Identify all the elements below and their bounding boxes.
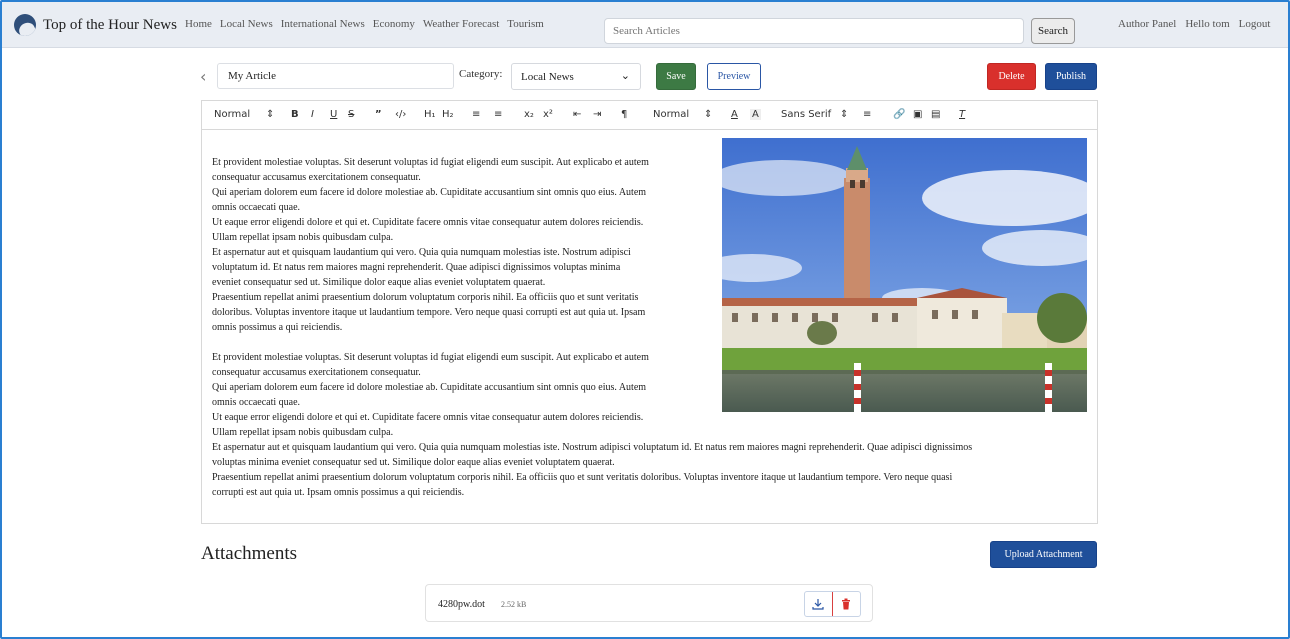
italic-icon[interactable]: I xyxy=(311,109,314,120)
nav-link-tourism[interactable]: Tourism xyxy=(507,18,544,30)
indent-icon[interactable]: ⇥ xyxy=(593,109,601,120)
editor-line: eveniet consequatur sed ut. Similique do… xyxy=(212,277,546,288)
editor-line: omnis occaecati quae. xyxy=(212,397,301,408)
subscript-icon[interactable]: x₂ xyxy=(524,109,534,120)
font-select-arrows-icon[interactable]: ⇕ xyxy=(840,109,848,120)
user-nav: Author Panel Hello tom Logout xyxy=(1118,18,1270,30)
editor-line: corrupti est aut quia ut. Ipsam omnis po… xyxy=(212,487,465,498)
attachment-size: 2.52 kB xyxy=(501,600,527,609)
category-select[interactable]: Local News ⌄ xyxy=(511,63,641,90)
heading-1-icon[interactable]: H₁ xyxy=(424,109,436,120)
attachment-name[interactable]: 4280pw.dot xyxy=(438,599,485,610)
link-icon[interactable]: 🔗 xyxy=(893,109,905,120)
editor-line: Praesentium repellat animi praesentium d… xyxy=(212,292,639,303)
editor-line: voluptatum id. Et natus rem maiores magn… xyxy=(212,262,621,273)
size-select[interactable]: Normal xyxy=(653,109,689,120)
chevron-down-icon: ⌄ xyxy=(620,69,630,82)
editor-line: Qui aperiam dolorem eum facere id dolore… xyxy=(212,382,647,393)
nav-link-local-news[interactable]: Local News xyxy=(220,18,273,30)
editor-line: omnis possimus a qui reiciendis. xyxy=(212,322,343,333)
nav-link-weather-forecast[interactable]: Weather Forecast xyxy=(423,18,499,30)
heading-select-arrows-icon[interactable]: ⇕ xyxy=(266,109,274,120)
editor-line: Ullam repellat ipsam nobis quibusdam cul… xyxy=(212,427,394,438)
brand[interactable]: Top of the Hour News xyxy=(14,14,177,36)
delete-button[interactable]: Delete xyxy=(987,63,1036,90)
editor-line: doloribus. Voluptas inventore itaque ut … xyxy=(212,307,646,318)
editor-line: Qui aperiam dolorem eum facere id dolore… xyxy=(212,187,647,198)
nav-link-international-news[interactable]: International News xyxy=(281,18,365,30)
heading-select[interactable]: Normal xyxy=(214,109,250,120)
navbar: Top of the Hour News Home Local News Int… xyxy=(2,2,1288,48)
editor-line: Et provident molestiae voluptas. Sit des… xyxy=(212,157,649,168)
delete-attachment-button[interactable] xyxy=(833,592,860,616)
editor-line: Et aspernatur aut et quisquam laudantium… xyxy=(212,247,631,258)
upload-attachment-button[interactable]: Upload Attachment xyxy=(990,541,1097,568)
save-button[interactable]: Save xyxy=(656,63,696,90)
search-input[interactable] xyxy=(604,18,1024,44)
bullet-list-icon[interactable]: ≡ xyxy=(494,109,502,120)
underline-icon[interactable]: U xyxy=(330,109,337,120)
text-color-icon[interactable]: A xyxy=(731,109,738,120)
editor-line: consequatur accusamus exercitationem con… xyxy=(212,367,421,378)
author-panel-link[interactable]: Author Panel xyxy=(1118,18,1176,30)
attachments-title: Attachments xyxy=(201,543,298,564)
nav-links: Home Local News International News Econo… xyxy=(185,18,544,30)
nav-link-economy[interactable]: Economy xyxy=(373,18,415,30)
nav-link-home[interactable]: Home xyxy=(185,18,212,30)
strikethrough-icon[interactable]: S xyxy=(348,109,354,120)
editor-content[interactable]: Et provident molestiae voluptas. Sit des… xyxy=(201,130,1098,524)
size-select-arrows-icon[interactable]: ⇕ xyxy=(704,109,712,120)
editor-line: Ullam repellat ipsam nobis quibusdam cul… xyxy=(212,232,394,243)
background-color-icon[interactable]: A xyxy=(750,109,761,120)
ordered-list-icon[interactable]: ≡ xyxy=(472,109,480,120)
category-label: Category: xyxy=(459,68,503,80)
back-chevron-icon[interactable]: ‹ xyxy=(200,67,206,86)
attachment-item: 4280pw.dot 2.52 kB xyxy=(425,584,873,622)
text-direction-icon[interactable]: ¶ xyxy=(621,109,627,120)
editor-line: voluptas minima eveniet consequatur sed … xyxy=(212,457,615,468)
image-icon[interactable]: ▣ xyxy=(913,109,922,120)
user-greeting: Hello tom xyxy=(1185,18,1230,30)
outdent-icon[interactable]: ⇤ xyxy=(573,109,581,120)
bold-icon[interactable]: B xyxy=(291,109,299,120)
logout-link[interactable]: Logout xyxy=(1239,18,1271,30)
heading-2-icon[interactable]: H₂ xyxy=(442,109,454,120)
editor-line: Praesentium repellat animi praesentium d… xyxy=(212,472,953,483)
video-icon[interactable]: ▤ xyxy=(931,109,940,120)
editor-line: Ut eaque error eligendi dolore et qui et… xyxy=(212,412,644,423)
category-value: Local News xyxy=(521,71,574,83)
editor-text[interactable]: Et provident molestiae voluptas. Sit des… xyxy=(212,155,972,500)
editor-line: Et aspernatur aut et quisquam laudantium… xyxy=(212,442,973,453)
editor-line: consequatur accusamus exercitationem con… xyxy=(212,172,421,183)
search-button[interactable]: Search xyxy=(1031,18,1075,44)
download-button[interactable] xyxy=(805,592,833,616)
publish-button[interactable]: Publish xyxy=(1045,63,1097,90)
editor-line: omnis occaecati quae. xyxy=(212,202,301,213)
code-icon[interactable]: ‹/› xyxy=(395,109,406,120)
brand-name: Top of the Hour News xyxy=(43,16,177,33)
brand-logo-icon xyxy=(14,14,36,36)
superscript-icon[interactable]: x² xyxy=(543,109,553,120)
editor-line: Ut eaque error eligendi dolore et qui et… xyxy=(212,217,644,228)
trash-icon xyxy=(842,598,851,610)
editor-toolbar: Normal ⇕ B I U S ” ‹/› H₁ H₂ ≡ ≡ x₂ x² ⇤… xyxy=(201,100,1098,130)
preview-button[interactable]: Preview xyxy=(707,63,761,90)
download-icon xyxy=(812,599,824,610)
clear-format-icon[interactable]: T xyxy=(959,109,965,120)
editor-line: Et provident molestiae voluptas. Sit des… xyxy=(212,352,649,363)
attachment-actions xyxy=(804,591,861,617)
article-title-input[interactable] xyxy=(217,63,454,89)
blockquote-icon[interactable]: ” xyxy=(375,109,382,120)
font-select[interactable]: Sans Serif xyxy=(781,109,831,120)
align-icon[interactable]: ≡ xyxy=(863,109,871,120)
